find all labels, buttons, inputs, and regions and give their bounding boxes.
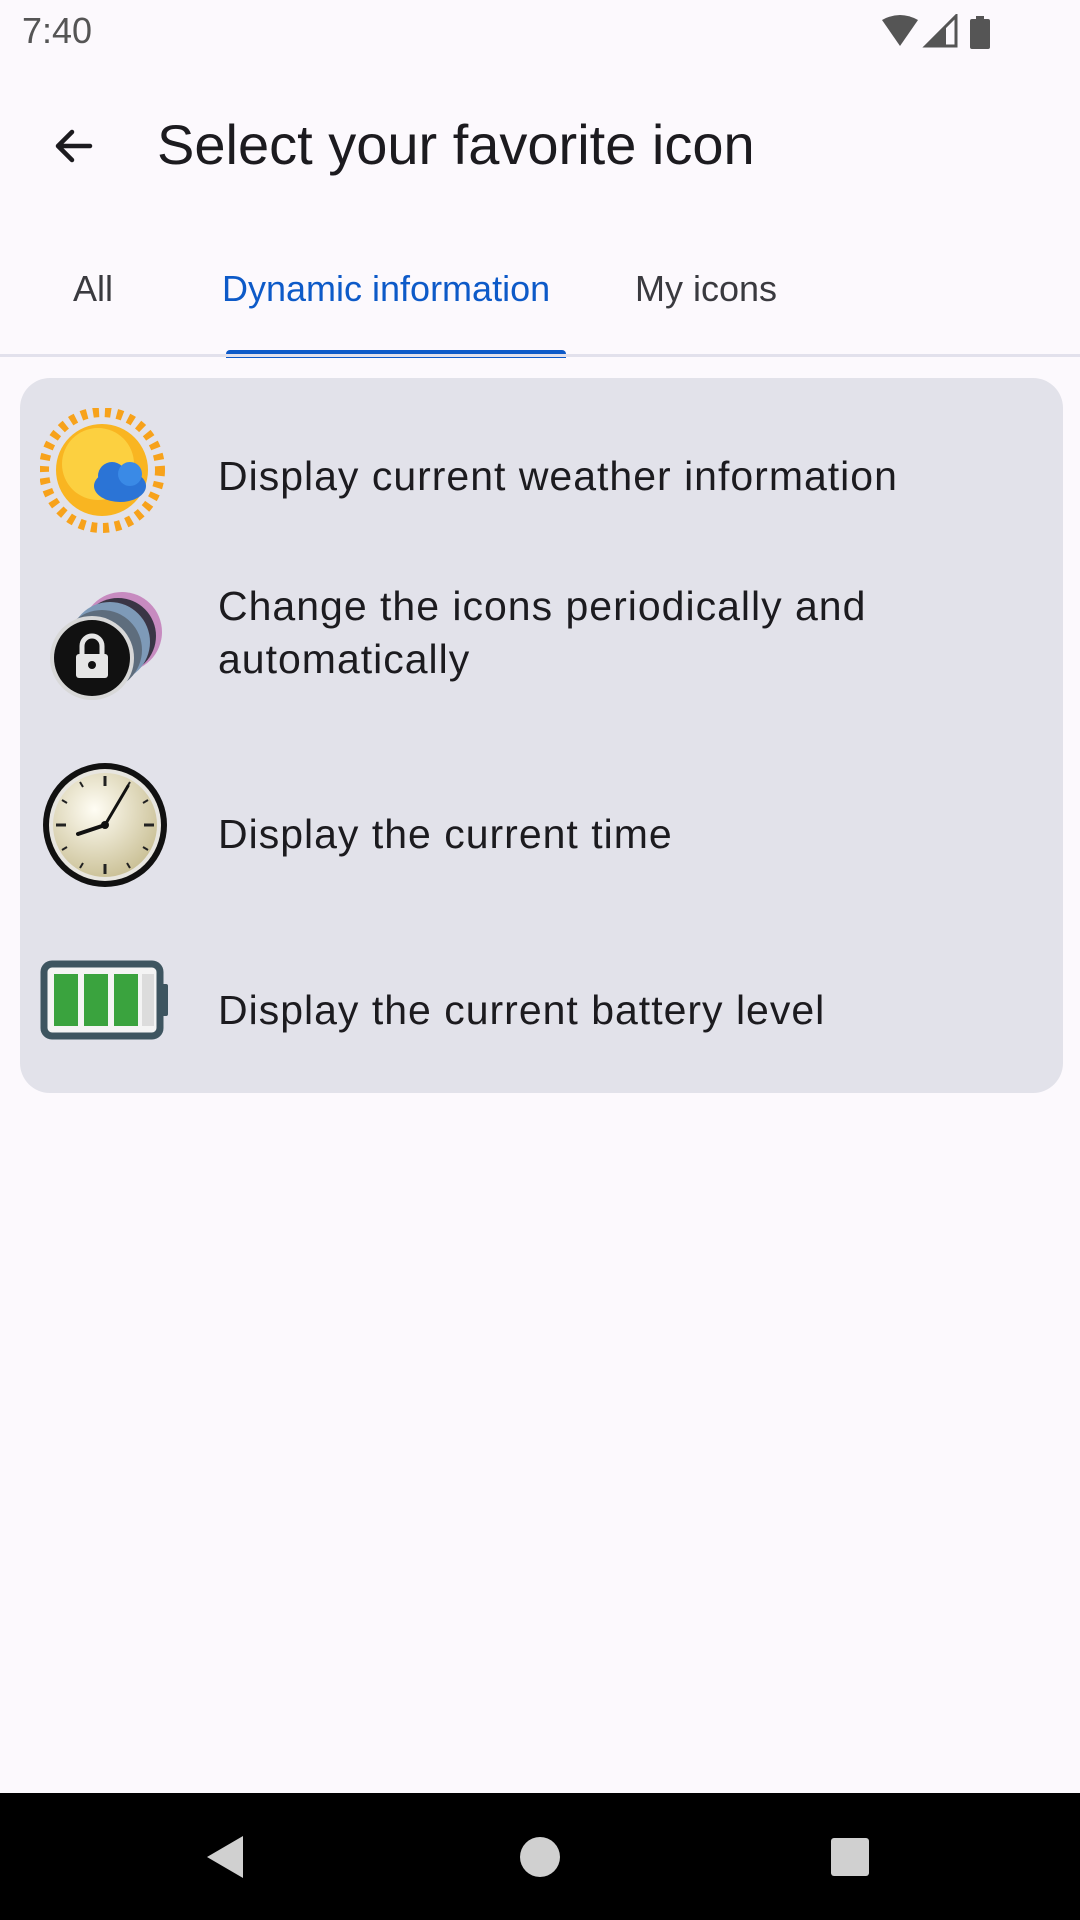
tabs-divider [0, 354, 1080, 357]
nav-home-button[interactable] [510, 1827, 570, 1887]
nav-back-button[interactable] [196, 1827, 256, 1887]
status-time: 7:40 [22, 10, 93, 51]
battery-level-icon [40, 960, 168, 1040]
option-label: Display the current time [218, 811, 673, 857]
status-icons [880, 12, 1010, 50]
tab-all[interactable]: All [73, 268, 113, 310]
page-title: Select your favorite icon [157, 113, 755, 176]
option-label: Display the current battery level [218, 987, 826, 1033]
circle-home-icon [520, 1837, 560, 1877]
nav-recents-button[interactable] [820, 1827, 880, 1887]
navigation-bar [0, 1793, 1080, 1920]
arrow-back-icon [55, 129, 93, 163]
weather-icon [40, 408, 165, 533]
wifi-icon [882, 15, 918, 46]
triangle-back-icon [207, 1836, 243, 1878]
tab-my-icons[interactable]: My icons [635, 268, 777, 310]
option-weather[interactable]: Display current weather information [20, 408, 1063, 548]
tab-bar: All Dynamic information My icons [0, 250, 1080, 358]
square-recents-icon [831, 1838, 869, 1876]
clock-icon [43, 763, 167, 887]
option-battery[interactable]: Display the current battery level [20, 938, 1063, 1068]
back-button[interactable] [34, 106, 114, 186]
option-rotate-icons[interactable]: Change the icons periodically and automa… [20, 580, 1063, 740]
option-label: Display current weather information [218, 453, 898, 499]
status-bar: 7:40 [0, 0, 1080, 64]
battery-icon [970, 16, 990, 49]
signal-icon [922, 12, 958, 48]
rotating-icons-icon [50, 592, 162, 700]
option-label: Change the icons periodically and automa… [218, 583, 867, 682]
options-card: Display current weather information Chan… [20, 378, 1063, 1093]
tab-dynamic-information[interactable]: Dynamic information [222, 268, 550, 310]
option-clock[interactable]: Display the current time [20, 760, 1063, 900]
